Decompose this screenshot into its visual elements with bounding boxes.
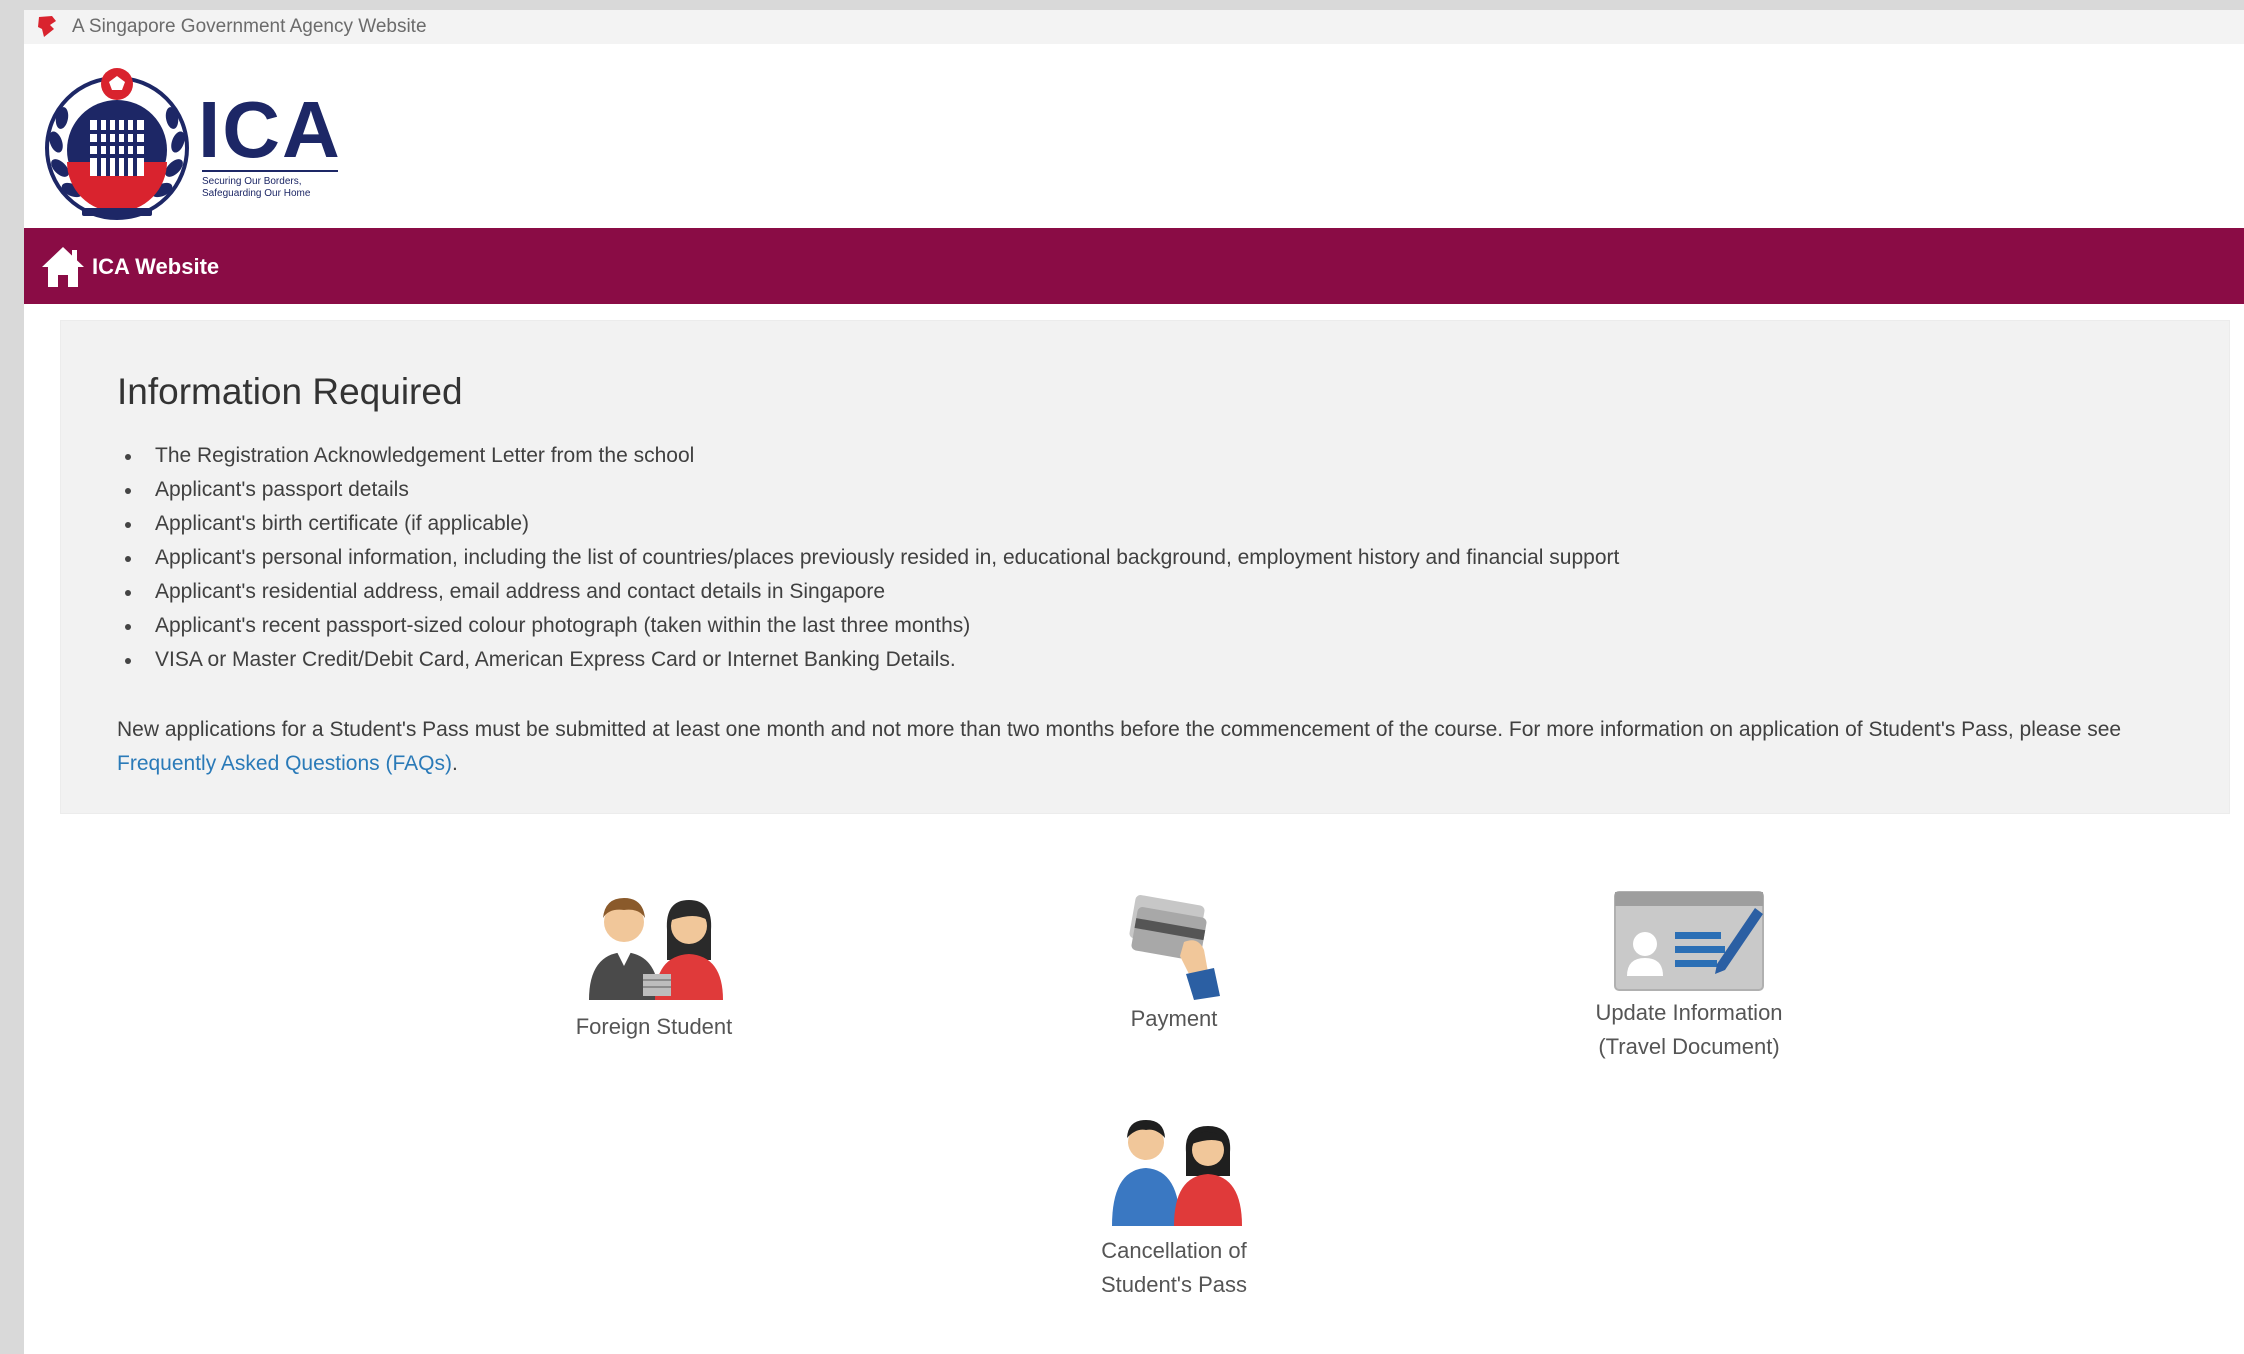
info-title: Information Required [117,371,463,412]
logo-tagline-line2: Safeguarding Our Home [202,188,311,199]
info-note-text: New applications for a Student's Pass mu… [117,718,2122,741]
ica-crest-icon[interactable] [42,62,192,222]
card-payment-icon [1129,895,1220,1000]
payment-tile[interactable]: Payment [1044,892,1304,1036]
cancellation-tile[interactable]: Cancellation of Student's Pass [1044,1114,1304,1302]
main-nav-bar: ICA Website [24,228,2244,304]
list-item: Applicant's personal information, includ… [119,541,1619,575]
list-item: Applicant's residential address, email a… [119,575,1619,609]
update-information-tile[interactable]: Update Information (Travel Document) [1544,886,1834,1064]
list-item: Applicant's passport details [119,473,1619,507]
logo-wordmark: ICA [198,85,342,174]
home-link-label: ICA Website [92,254,220,279]
browser-page: A Singapore Government Agency Website IC… [24,10,2244,1354]
list-item: Applicant's recent passport-sized colour… [119,609,1619,643]
home-icon [42,247,84,287]
gov-banner: A Singapore Government Agency Website [24,10,2244,45]
faq-link[interactable]: Frequently Asked Questions (FAQs) [117,752,452,775]
lion-head-icon [38,16,56,37]
site-header: ICA Securing Our Borders, Safeguarding O… [24,44,2244,236]
students-icon [589,898,723,1000]
foreign-student-label: Foreign Student [575,1014,733,1039]
information-panel: Information Required The Registration Ac… [60,320,2230,814]
logo-tagline-line1: Securing Our Borders, [202,176,302,187]
logo-tagline: Securing Our Borders, Safeguarding Our H… [202,176,362,200]
foreign-student-tile[interactable]: Foreign Student [524,890,784,1044]
home-link[interactable]: ICA Website [40,243,219,291]
logo-divider [202,170,338,172]
id-card-edit-icon [1614,891,1764,991]
cancellation-label-line2: Student's Pass [1100,1272,1248,1297]
update-information-label-line1: Update Information [1595,1000,1783,1025]
gov-banner-text: A Singapore Government Agency Website [72,16,427,37]
update-information-label-line2: (Travel Document) [1598,1034,1780,1059]
students-cancel-icon [1112,1120,1242,1226]
info-note-end: . [451,752,458,775]
requirements-list: The Registration Acknowledgement Letter … [119,439,1619,677]
list-item: The Registration Acknowledgement Letter … [119,439,1619,473]
info-note: New applications for a Student's Pass mu… [117,713,2207,781]
list-item: Applicant's birth certificate (if applic… [119,507,1619,541]
list-item: VISA or Master Credit/Debit Card, Americ… [119,643,1619,677]
cancellation-label-line1: Cancellation of [1101,1238,1247,1263]
payment-label: Payment [1130,1006,1218,1031]
